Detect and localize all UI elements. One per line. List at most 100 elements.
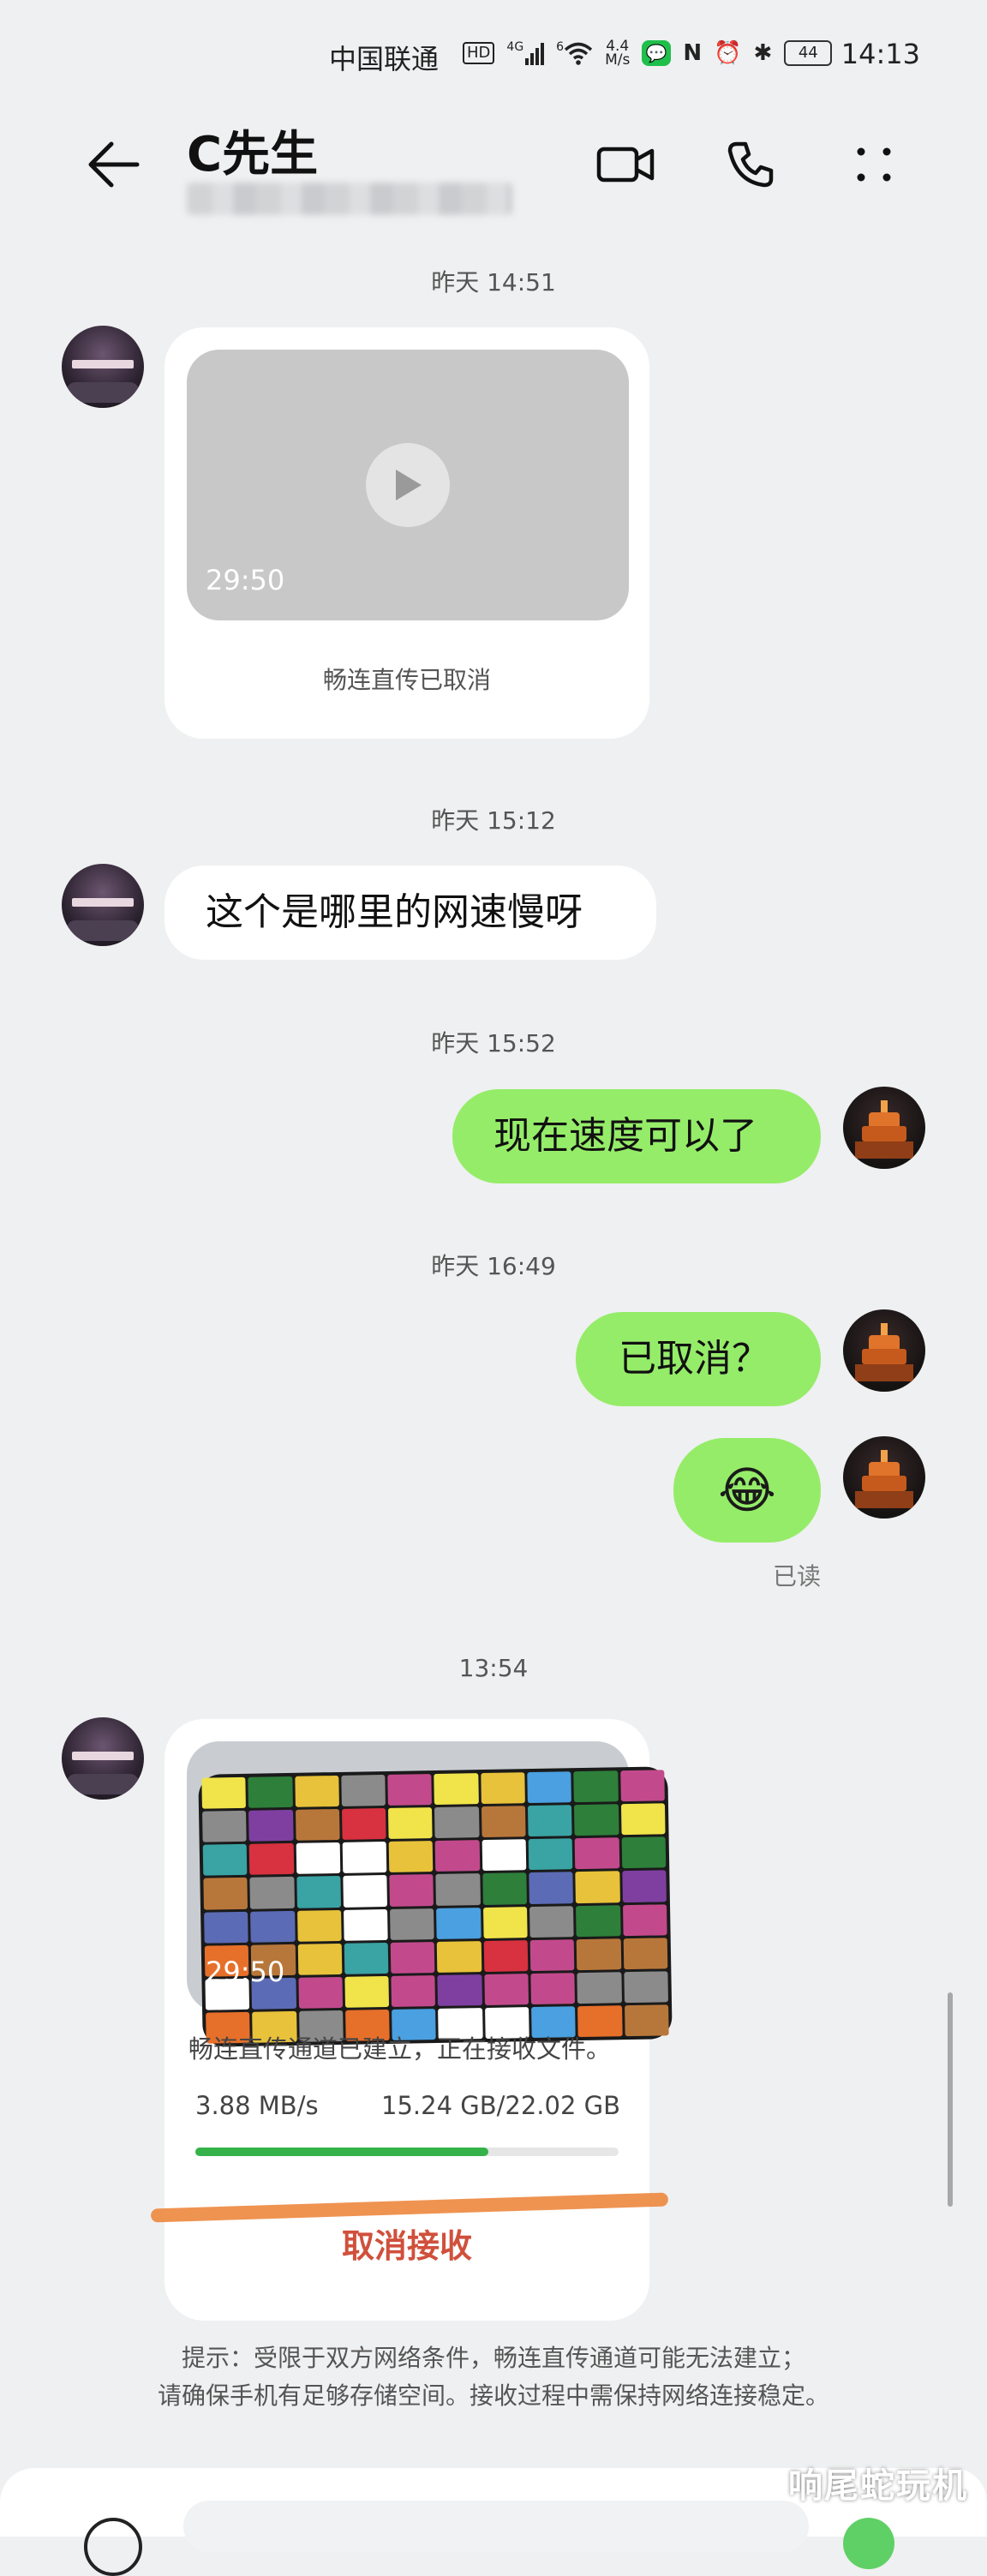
timestamp: 昨天 14:51 xyxy=(431,268,556,297)
video-card-receiving[interactable]: 29:50 畅连直传通道已建立，正在接收文件。 3.88 MB/s 15.24 … xyxy=(164,1719,673,2321)
mosaic-tile xyxy=(296,1876,341,1908)
sent-emoji-message[interactable]: 😂 xyxy=(673,1438,821,1543)
mosaic-tile xyxy=(434,1806,480,1839)
voice-input-icon[interactable] xyxy=(84,2518,142,2576)
mosaic-tile xyxy=(390,1908,435,1940)
voice-call-icon xyxy=(727,141,774,188)
more-button[interactable] xyxy=(840,130,908,199)
clock: 14:13 xyxy=(840,38,920,70)
mosaic-tile xyxy=(482,1906,528,1938)
mosaic-tile xyxy=(481,1772,526,1805)
my-avatar[interactable] xyxy=(843,1087,925,1169)
transfer-progress-text: 15.24 GB/22.02 GB xyxy=(381,2091,620,2120)
mosaic-tile xyxy=(529,1938,575,1971)
video-card-cancelled[interactable]: 29:50 畅连直传已取消 xyxy=(164,327,649,739)
message-text: 这个是哪里的网速慢呀 xyxy=(206,890,583,934)
signal-icon: 4G xyxy=(506,41,545,65)
mosaic-tile xyxy=(388,1841,434,1873)
hint-line-2: 请确保手机有足够存储空间。接收过程中需保持网络连接稳定。 xyxy=(157,2381,829,2410)
mosaic-tile xyxy=(295,1809,340,1842)
mosaic-tile xyxy=(344,1975,390,2008)
message-input[interactable] xyxy=(183,2501,809,2552)
back-arrow-icon xyxy=(88,141,140,188)
speed-unit: M/s xyxy=(605,51,631,69)
mosaic-tile xyxy=(202,1810,247,1842)
back-button[interactable] xyxy=(79,130,147,199)
contact-avatar[interactable] xyxy=(62,1717,144,1800)
mosaic-tile xyxy=(341,1774,386,1807)
mosaic-tile xyxy=(298,1976,343,2009)
mosaic-tile xyxy=(482,1839,527,1872)
sent-message[interactable]: 已取消？ xyxy=(576,1312,821,1406)
scrollbar[interactable] xyxy=(948,1992,953,2207)
mosaic-tile xyxy=(623,1937,668,1969)
mosaic-tile xyxy=(203,1878,248,1910)
mosaic-tile xyxy=(391,1974,436,2007)
timestamp: 昨天 16:49 xyxy=(431,1252,556,1280)
play-icon xyxy=(396,470,422,500)
progress-bar xyxy=(195,2148,619,2156)
mosaic-tile xyxy=(621,1870,667,1902)
mosaic-tile xyxy=(484,1973,529,2005)
mosaic-tile xyxy=(343,1875,388,1908)
mosaic-tile xyxy=(529,1872,574,1904)
mosaic-tile xyxy=(344,1942,389,1974)
sent-message[interactable]: 现在速度可以了 xyxy=(452,1089,821,1183)
video-duration: 29:50 xyxy=(206,1956,285,1988)
cancel-receive-button[interactable]: 取消接收 xyxy=(164,2220,649,2267)
timestamp: 13:54 xyxy=(458,1654,529,1682)
mosaic-tile xyxy=(619,1770,665,1802)
mosaic-tile xyxy=(202,1844,248,1877)
mosaic-tile xyxy=(387,1774,433,1806)
privacy-mosaic xyxy=(198,1766,673,2047)
mosaic-tile xyxy=(296,1909,342,1942)
contact-avatar[interactable] xyxy=(62,864,144,946)
mosaic-tile xyxy=(437,1940,482,1973)
my-avatar[interactable] xyxy=(843,1436,925,1519)
transfer-speed: 3.88 MB/s xyxy=(195,2091,319,2120)
laughing-emoji-icon: 😂 xyxy=(718,1461,776,1519)
mosaic-tile xyxy=(434,1773,479,1806)
mosaic-tile xyxy=(577,1938,621,1970)
contact-avatar[interactable] xyxy=(62,326,144,408)
mosaic-tile xyxy=(435,1873,481,1906)
mosaic-tile xyxy=(622,1903,667,1936)
more-icon xyxy=(857,147,891,182)
transfer-status: 畅连直传已取消 xyxy=(322,666,491,694)
mosaic-tile xyxy=(297,1943,343,1975)
status-icons: HD 4G 6 4.4 M/s 💬 N ⏰ ✱ 44 xyxy=(463,36,833,70)
mosaic-tile xyxy=(389,1874,434,1907)
mosaic-tile xyxy=(575,1837,619,1870)
mosaic-tile xyxy=(481,1806,526,1838)
play-button[interactable] xyxy=(366,443,450,527)
mosaic-tile xyxy=(249,1877,295,1909)
mosaic-tile xyxy=(620,1803,666,1836)
hd-icon: HD xyxy=(463,42,495,64)
mosaic-tile xyxy=(435,1840,481,1872)
voice-call-button[interactable] xyxy=(716,130,785,199)
wifi-gen-label: 6 xyxy=(556,40,565,54)
mosaic-tile xyxy=(483,1939,529,1972)
timestamp: 昨天 15:52 xyxy=(431,1029,556,1057)
status-bar: 中国联通 HD 4G 6 4.4 M/s 💬 N ⏰ ✱ 44 14:13 xyxy=(0,0,987,111)
mosaic-tile xyxy=(390,1941,435,1974)
network-speed: 4.4 M/s xyxy=(605,39,631,69)
wifi-icon: 6 xyxy=(556,41,593,65)
mosaic-tile xyxy=(575,1871,620,1903)
mosaic-tile xyxy=(436,1907,482,1939)
mosaic-tile xyxy=(201,1776,247,1809)
mosaic-tile xyxy=(573,1770,619,1803)
emoji-button-icon[interactable] xyxy=(843,2518,894,2569)
hint-text: 提示：受限于双方网络条件，畅连直传通道可能无法建立； 请确保手机有足够存储空间。… xyxy=(0,2339,987,2415)
mosaic-tile xyxy=(342,1842,387,1874)
video-call-button[interactable] xyxy=(591,130,660,199)
page-title: C先生 xyxy=(187,127,319,183)
my-avatar[interactable] xyxy=(843,1309,925,1392)
mosaic-tile xyxy=(294,1775,339,1807)
hint-line-1: 提示：受限于双方网络条件，畅连直传通道可能无法建立； xyxy=(181,2344,805,2372)
received-message[interactable]: 这个是哪里的网速慢呀 xyxy=(164,866,656,960)
mosaic-tile xyxy=(341,1808,386,1841)
contact-subtitle-blurred xyxy=(187,183,512,215)
video-thumbnail[interactable]: 29:50 xyxy=(187,350,629,620)
mosaic-tile xyxy=(624,1971,668,2004)
